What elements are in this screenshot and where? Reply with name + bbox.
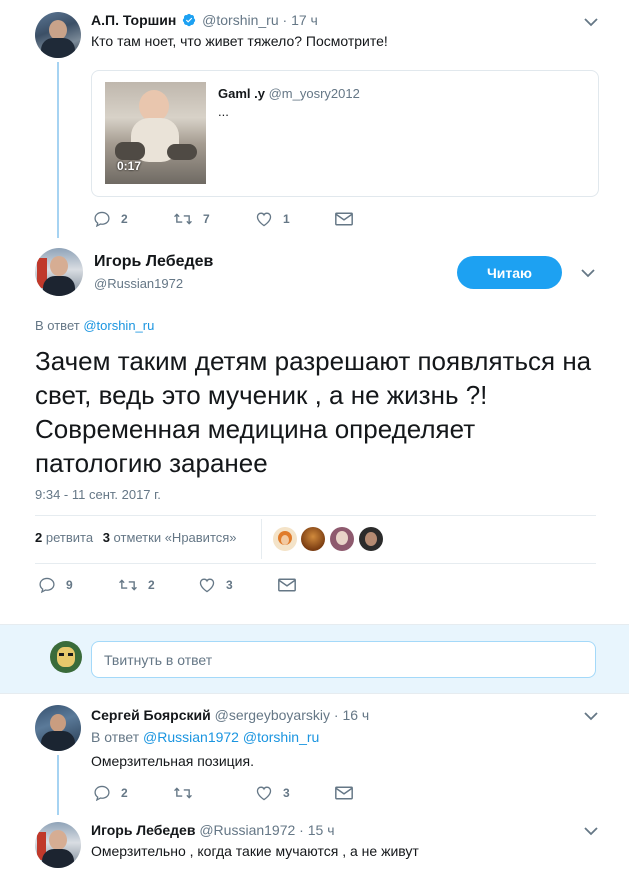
author-handle[interactable]: @Russian1972 xyxy=(94,276,183,291)
avatar[interactable] xyxy=(35,248,83,296)
liker-avatar[interactable] xyxy=(359,527,383,551)
reply-count: 9 xyxy=(66,578,73,592)
reply-context: В ответ @Russian1972 @torshin_ru xyxy=(91,729,319,745)
liker-avatar[interactable] xyxy=(330,527,354,551)
message-button[interactable] xyxy=(335,786,353,800)
retweet-icon xyxy=(174,787,192,799)
follow-button[interactable]: Читаю xyxy=(457,256,562,289)
author-handle[interactable]: @torshin_ru xyxy=(202,12,278,28)
retweet-button[interactable] xyxy=(173,785,255,801)
divider xyxy=(35,515,596,516)
reply-input[interactable]: Твитнуть в ответ xyxy=(91,641,596,678)
author-name[interactable]: Игорь Лебедев xyxy=(94,253,213,271)
reply-prefix: В ответ xyxy=(91,729,140,745)
reply-context: В ответ @torshin_ru xyxy=(35,318,154,333)
reply-icon xyxy=(94,785,110,801)
thread-line xyxy=(57,755,59,815)
retweets-stat-label: ретвита xyxy=(45,530,94,545)
reply-button[interactable]: 2 xyxy=(93,211,173,227)
chevron-down-icon[interactable] xyxy=(584,826,598,836)
divider xyxy=(261,519,262,559)
divider xyxy=(35,563,596,564)
retweet-icon xyxy=(174,213,192,225)
likes-stat[interactable]: 3 отметки «Нравится» xyxy=(103,530,237,545)
retweet-count: 2 xyxy=(148,578,155,592)
retweets-stat-count: 2 xyxy=(35,530,43,545)
tweet-time[interactable]: 15 ч xyxy=(308,822,335,838)
separator-dot: · xyxy=(333,707,339,723)
retweet-button[interactable]: 2 xyxy=(118,577,198,593)
tweet-stats: 2 ретвита 3 отметки «Нравится» xyxy=(35,530,237,545)
likes-stat-count: 3 xyxy=(102,530,110,545)
author-name[interactable]: Игорь Лебедев xyxy=(91,822,195,838)
tweet-header: А.П. Торшин @torshin_ru · 17 ч xyxy=(91,12,318,29)
avatar[interactable] xyxy=(35,822,81,868)
chevron-down-icon[interactable] xyxy=(584,17,598,27)
reply-button[interactable]: 2 xyxy=(93,785,173,801)
like-button[interactable]: 1 xyxy=(255,211,335,227)
chevron-down-icon[interactable] xyxy=(584,711,598,721)
reply-icon xyxy=(94,211,110,227)
tweet-header: Сергей Боярский @sergeyboyarskiy · 16 ч xyxy=(91,707,369,723)
reply-to-link[interactable]: @torshin_ru xyxy=(243,729,319,745)
quoted-author-handle: @m_yosry2012 xyxy=(268,86,360,101)
main-tweet-text: Зачем таким детям разрешают появляться н… xyxy=(35,346,592,478)
author-name[interactable]: Сергей Боярский xyxy=(91,707,211,723)
verified-icon xyxy=(182,13,196,27)
video-duration: 0:17 xyxy=(117,159,142,173)
like-count: 3 xyxy=(283,786,290,800)
likes-stat-label: отметки «Нравится» xyxy=(113,530,237,545)
thread-line xyxy=(57,62,59,238)
retweets-stat[interactable]: 2 ретвита xyxy=(35,530,97,545)
separator-dot: · xyxy=(299,822,304,838)
liker-avatar[interactable] xyxy=(301,527,325,551)
reply-button[interactable]: 9 xyxy=(38,577,118,593)
reply-to-link[interactable]: @Russian1972 xyxy=(143,729,239,745)
like-button[interactable]: 3 xyxy=(255,785,335,801)
reply-count: 2 xyxy=(121,212,128,226)
quoted-tweet-header: Gaml .y @m_yosry2012 xyxy=(218,86,360,101)
retweet-count: 7 xyxy=(203,212,210,226)
heart-icon xyxy=(199,578,215,593)
reply-to-link[interactable]: @torshin_ru xyxy=(83,318,154,333)
message-button[interactable] xyxy=(335,212,353,226)
tweet-header: Игорь Лебедев @Russian1972 · 15 ч xyxy=(91,822,335,838)
separator-dot: · xyxy=(282,12,288,28)
chevron-down-icon[interactable] xyxy=(581,268,595,278)
tweet-timestamp[interactable]: 9:34 - 11 сент. 2017 г. xyxy=(35,487,161,502)
retweet-icon xyxy=(119,579,137,591)
liker-avatar[interactable] xyxy=(273,527,297,551)
heart-icon xyxy=(256,212,272,227)
tweet-text: Омерзительная позиция. xyxy=(91,753,254,769)
reply-count: 2 xyxy=(121,786,128,800)
tweet-time[interactable]: 17 ч xyxy=(291,12,318,28)
tweet-text: Кто там ноет, что живет тяжело? Посмотри… xyxy=(91,33,388,49)
envelope-icon xyxy=(335,786,353,800)
like-count: 3 xyxy=(226,578,233,592)
quoted-tweet-text: ... xyxy=(218,104,229,119)
quoted-author-name: Gaml .y xyxy=(218,86,265,101)
author-handle[interactable]: @sergeyboyarskiy xyxy=(215,707,330,723)
envelope-icon xyxy=(278,578,296,592)
like-count: 1 xyxy=(283,212,290,226)
avatar[interactable] xyxy=(35,705,81,751)
retweet-button[interactable]: 7 xyxy=(173,211,255,227)
avatar[interactable] xyxy=(35,12,81,58)
video-thumbnail[interactable]: 0:17 xyxy=(105,82,206,184)
reply-icon xyxy=(39,577,55,593)
envelope-icon xyxy=(335,212,353,226)
message-button[interactable] xyxy=(278,578,296,592)
tweet-text: Омерзительно , когда такие мучаются , а … xyxy=(91,843,419,859)
heart-icon xyxy=(256,786,272,801)
user-avatar[interactable] xyxy=(50,641,82,673)
author-handle[interactable]: @Russian1972 xyxy=(199,822,295,838)
reply-prefix: В ответ xyxy=(35,318,80,333)
like-button[interactable]: 3 xyxy=(198,577,278,593)
author-name[interactable]: А.П. Торшин xyxy=(91,12,176,28)
tweet-time[interactable]: 16 ч xyxy=(342,707,369,723)
